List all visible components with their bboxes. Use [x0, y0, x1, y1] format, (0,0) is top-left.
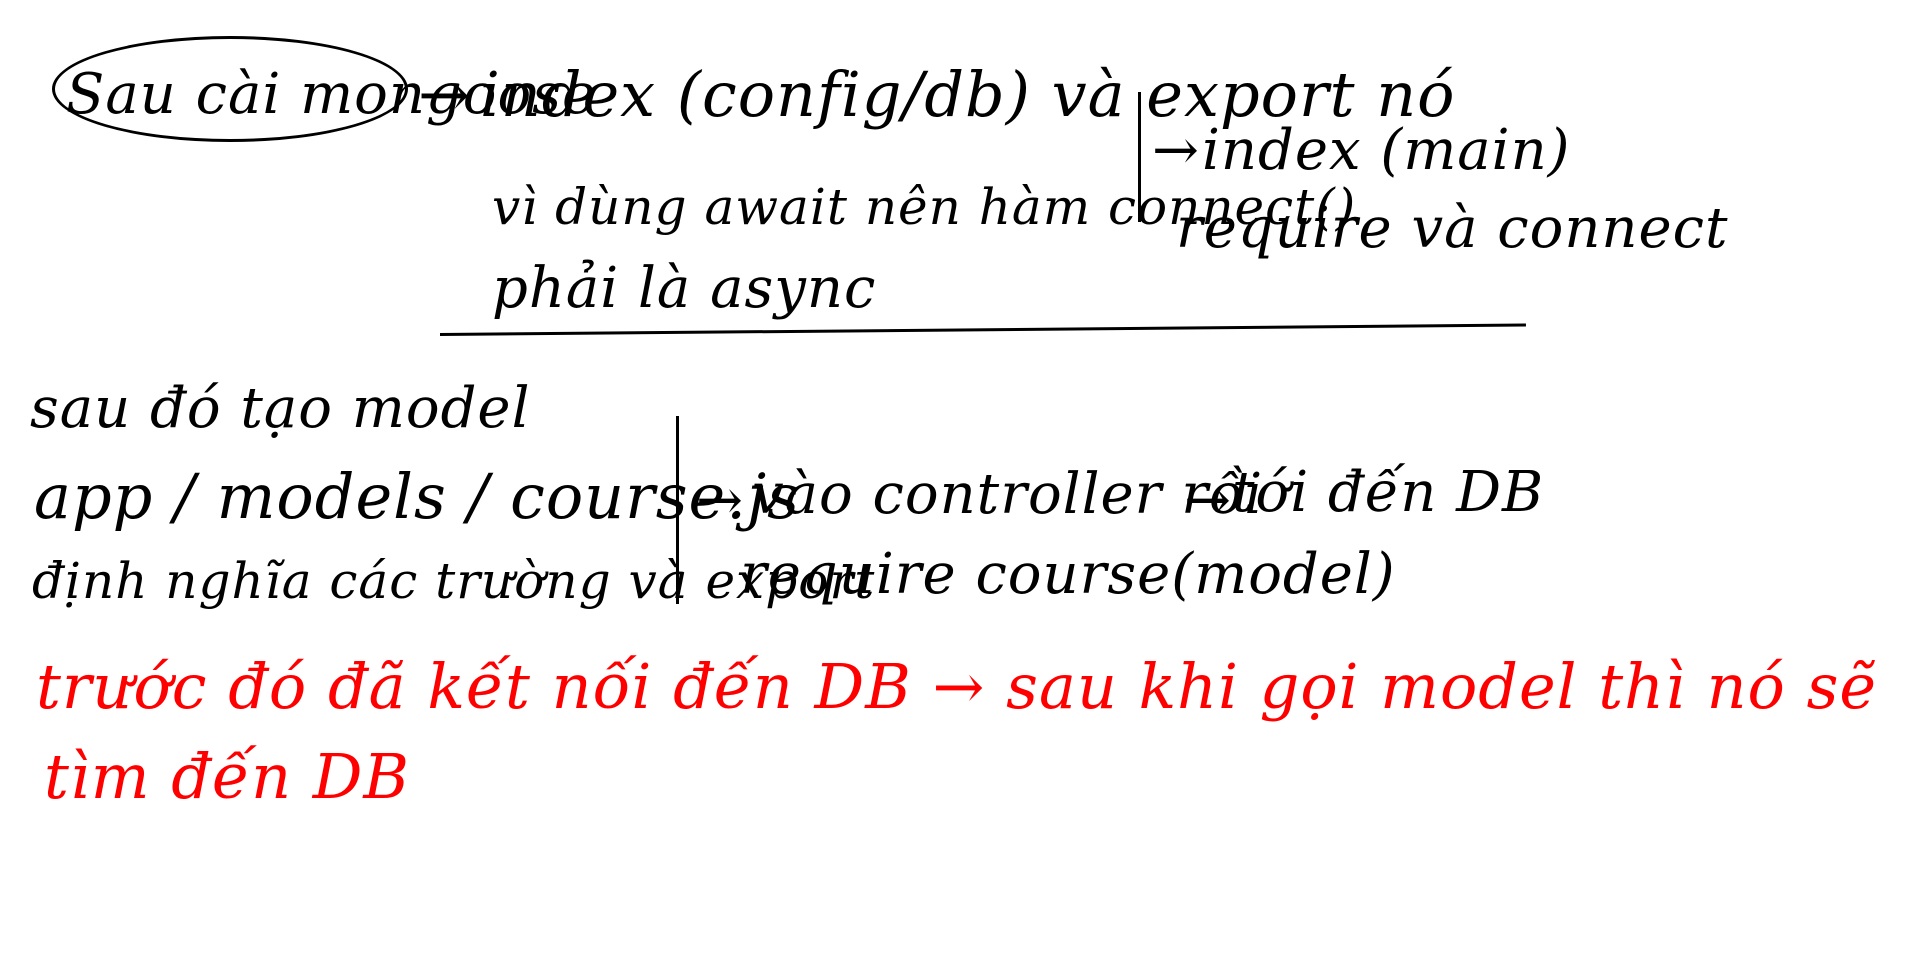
red-note-line-2: tìm đến DB [44, 740, 410, 813]
arrow-to-config: → [418, 58, 471, 131]
handwritten-notes-canvas: Sau cài mongoose → index (config/db) và … [0, 0, 1914, 963]
bottom-vertical-divider [676, 416, 679, 604]
async-note: phải là async [492, 256, 877, 321]
create-model-note: sau đó tạo model [30, 376, 531, 441]
main-index-note: index (main) [1202, 118, 1571, 183]
section-divider-line [439, 323, 1526, 336]
arrow-to-db: → [1184, 468, 1232, 533]
require-course-note: require course(model) [740, 542, 1396, 607]
arrow-to-main: → [1152, 118, 1200, 183]
red-note-line-1: trước đó đã kết nối đến DB → sau khi gọi… [36, 650, 1878, 723]
arrow-to-controller: → [696, 468, 744, 533]
top-vertical-divider [1138, 92, 1141, 222]
to-db-note: tới đến DB [1232, 460, 1545, 525]
require-connect-note: require và connect [1176, 196, 1729, 261]
model-path-note: app / models / course.js [34, 460, 800, 533]
